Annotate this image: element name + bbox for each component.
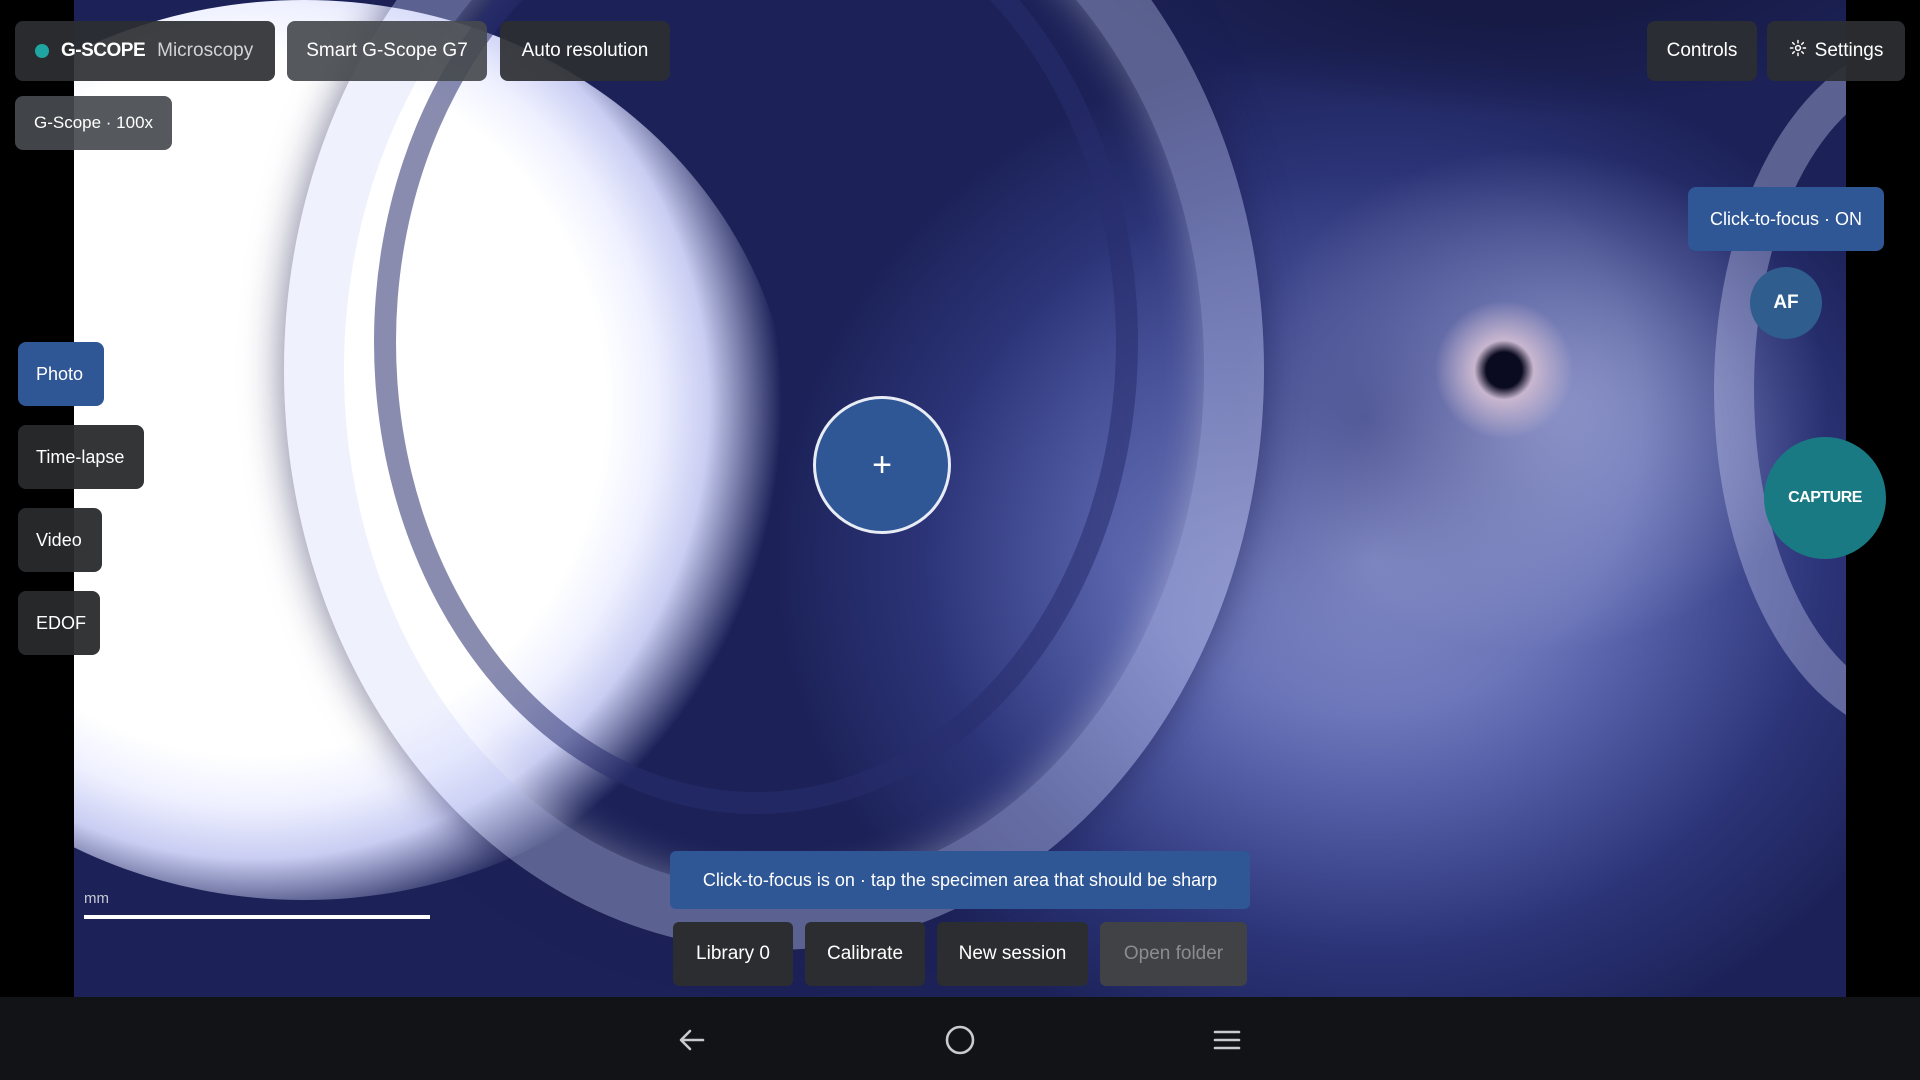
scale-bar-label: mm	[84, 890, 109, 907]
gear-icon	[1789, 39, 1807, 63]
calibrate-button[interactable]: Calibrate	[805, 922, 925, 986]
new-session-button[interactable]: New session	[937, 922, 1088, 986]
brand-badge: G-SCOPE Microscopy	[15, 21, 275, 81]
brand-name: G-SCOPE	[61, 40, 146, 61]
back-arrow-icon[interactable]	[672, 1020, 712, 1060]
click-to-focus-toggle[interactable]: Click-to-focus · ON	[1688, 187, 1884, 251]
autofocus-button[interactable]: AF	[1750, 267, 1822, 339]
capture-button[interactable]: CAPTURE	[1764, 437, 1886, 559]
settings-button[interactable]: Settings	[1767, 21, 1905, 81]
mode-timelapse-button[interactable]: Time-lapse	[18, 425, 144, 489]
scale-bar	[84, 915, 430, 919]
device-selector[interactable]: Smart G-Scope G7	[287, 21, 487, 81]
specimen-hole	[1434, 300, 1574, 440]
focus-reticle[interactable]: +	[813, 396, 951, 534]
brand-subtitle: Microscopy	[157, 40, 254, 61]
mode-edof-button[interactable]: EDOF	[18, 591, 100, 655]
focus-hint-banner: Click-to-focus is on · tap the specimen …	[670, 851, 1250, 909]
open-folder-button[interactable]: Open folder	[1100, 922, 1247, 986]
mode-photo-button[interactable]: Photo	[18, 342, 104, 406]
settings-label: Settings	[1814, 40, 1884, 61]
controls-button[interactable]: Controls	[1647, 21, 1757, 81]
mode-video-button[interactable]: Video	[18, 508, 102, 572]
plus-icon: +	[872, 446, 892, 484]
scope-magnification-label: G-Scope · 100x	[15, 96, 172, 150]
camera-live-view[interactable]	[74, 0, 1846, 997]
resolution-selector[interactable]: Auto resolution	[500, 21, 670, 81]
status-dot-icon	[35, 44, 49, 58]
home-circle-icon[interactable]	[940, 1020, 980, 1060]
library-button[interactable]: Library 0	[673, 922, 793, 986]
menu-lines-icon[interactable]	[1207, 1020, 1247, 1060]
lens-ring	[1714, 40, 1846, 740]
